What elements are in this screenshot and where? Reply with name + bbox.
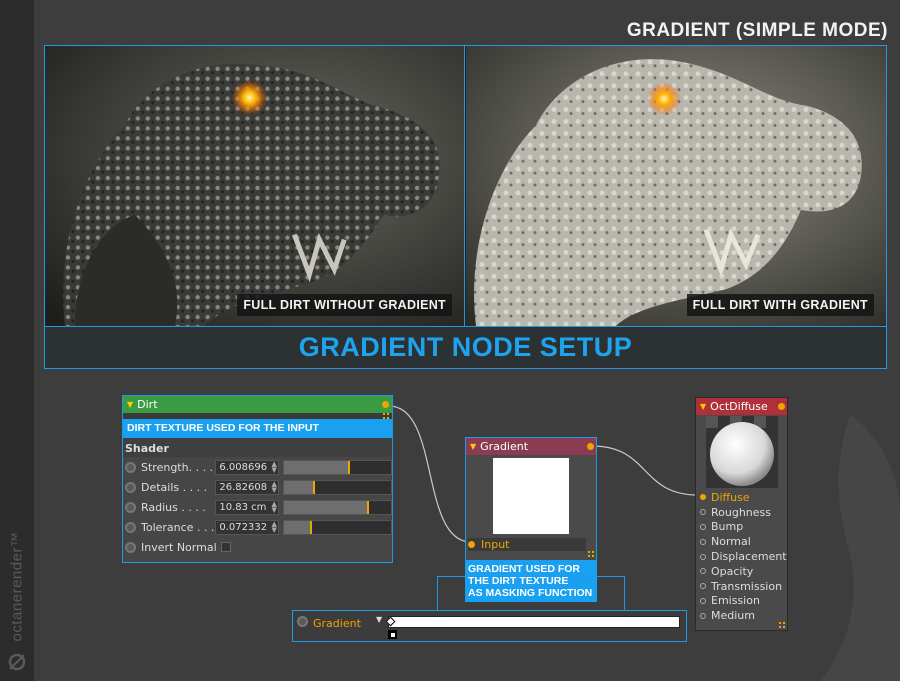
- resize-grip-icon[interactable]: [779, 622, 785, 628]
- callout-bracket: [437, 576, 625, 610]
- channel-normal[interactable]: Normal: [696, 534, 789, 549]
- caption-with-gradient: FULL DIRT WITH GRADIENT: [686, 294, 874, 316]
- channel-pin-icon[interactable]: [700, 568, 706, 575]
- dragon-render-light-image: [466, 46, 886, 326]
- channel-transmission[interactable]: Transmission: [696, 579, 789, 594]
- animate-radio-icon[interactable]: [125, 541, 136, 553]
- animate-radio-icon[interactable]: [125, 461, 136, 473]
- channel-pin-icon[interactable]: [700, 494, 706, 501]
- param-label: Tolerance . . .: [141, 520, 215, 534]
- param-tolerance[interactable]: Tolerance . . . 0.072332 ▲ ▼: [123, 517, 392, 537]
- gradient-input-label: Input: [481, 538, 510, 551]
- channel-bump[interactable]: Bump: [696, 520, 789, 535]
- channel-medium[interactable]: Medium: [696, 608, 789, 623]
- tolerance-value-field[interactable]: 0.072332 ▲ ▼: [215, 519, 279, 535]
- gradient-input-port[interactable]: [468, 541, 475, 548]
- caption-without-gradient: FULL DIRT WITHOUT GRADIENT: [237, 294, 452, 316]
- animate-radio-icon[interactable]: [125, 521, 136, 533]
- gradient-node-title: Gradient: [480, 440, 529, 453]
- param-details[interactable]: Details . . . . 26.82608 ▲ ▼: [123, 477, 392, 497]
- channel-pin-icon[interactable]: [700, 523, 706, 530]
- octdiffuse-node[interactable]: ▼ OctDiffuse Diffuse Roughness Bump Norm…: [695, 397, 788, 631]
- spin-arrows-icon[interactable]: ▲ ▼: [272, 521, 277, 534]
- octdiffuse-node-title: OctDiffuse: [710, 400, 768, 413]
- strength-slider[interactable]: [282, 459, 392, 475]
- dirt-node-title: Dirt: [137, 398, 158, 411]
- channel-pin-icon[interactable]: [700, 553, 706, 560]
- dirt-node-grip: [123, 413, 392, 419]
- animate-radio-icon[interactable]: [297, 616, 308, 627]
- channel-diffuse[interactable]: Diffuse: [696, 490, 789, 505]
- channel-emission[interactable]: Emission: [696, 594, 789, 609]
- gradient-input-pin[interactable]: Input: [468, 538, 586, 551]
- dirt-note: DIRT TEXTURE USED FOR THE INPUT: [123, 419, 392, 438]
- strength-value-field[interactable]: 6.008696 ▲ ▼: [215, 459, 279, 475]
- expand-arrow-icon[interactable]: ▼: [376, 615, 382, 624]
- gradient-node-header[interactable]: ▼ Gradient: [466, 438, 596, 455]
- gradient-preview: [493, 458, 569, 534]
- octdiffuse-node-header[interactable]: ▼ OctDiffuse: [696, 398, 787, 415]
- gradient-knot-black-icon[interactable]: [388, 630, 397, 639]
- details-value-field[interactable]: 26.82608 ▲ ▼: [215, 479, 279, 495]
- brand-text: octanerender™: [8, 531, 26, 641]
- channel-roughness[interactable]: Roughness: [696, 505, 789, 520]
- resize-grip-icon[interactable]: [383, 413, 389, 419]
- radius-slider[interactable]: [282, 499, 392, 515]
- gradient-attribute-panel: Gradient ▼: [292, 610, 687, 642]
- material-preview: [706, 416, 778, 488]
- channel-displacement[interactable]: Displacement: [696, 549, 789, 564]
- collapse-triangle-icon[interactable]: ▼: [700, 402, 706, 411]
- param-label: Radius . . . .: [141, 500, 206, 514]
- invert-normal-checkbox[interactable]: [220, 542, 231, 552]
- spin-arrows-icon[interactable]: ▲ ▼: [272, 481, 277, 494]
- channel-opacity[interactable]: Opacity: [696, 564, 789, 579]
- channel-pin-icon[interactable]: [700, 583, 706, 590]
- resize-grip-icon[interactable]: [588, 551, 594, 557]
- dirt-node-header[interactable]: ▼ Dirt: [123, 396, 392, 413]
- material-sphere-image: [706, 416, 778, 488]
- render-with-gradient: FULL DIRT WITH GRADIENT: [466, 46, 886, 326]
- spin-arrows-icon[interactable]: ▲ ▼: [272, 461, 277, 474]
- param-radius[interactable]: Radius . . . . 10.83 cm ▲ ▼: [123, 497, 392, 517]
- details-slider[interactable]: [282, 479, 392, 495]
- render-without-gradient: FULL DIRT WITHOUT GRADIENT: [45, 46, 465, 326]
- gradient-ramp[interactable]: [385, 616, 680, 628]
- channel-pin-icon[interactable]: [700, 597, 706, 604]
- setup-banner: GRADIENT NODE SETUP: [44, 327, 887, 369]
- dragon-render-dark-image: [45, 46, 464, 326]
- render-comparison: FULL DIRT WITHOUT GRADIENT FULL DIRT WIT: [44, 45, 887, 327]
- dirt-node[interactable]: ▼ Dirt DIRT TEXTURE USED FOR THE INPUT S…: [122, 395, 393, 563]
- shader-section-label: Shader: [123, 438, 392, 457]
- sidebar: octanerender™: [0, 0, 34, 681]
- tolerance-slider[interactable]: [282, 519, 392, 535]
- octane-logo-icon: [8, 653, 26, 671]
- channel-pin-icon[interactable]: [700, 538, 706, 545]
- animate-radio-icon[interactable]: [125, 481, 136, 493]
- radius-value-field[interactable]: 10.83 cm ▲ ▼: [215, 499, 279, 515]
- param-invert-normal[interactable]: Invert Normal: [123, 537, 392, 557]
- param-label: Details . . . .: [141, 480, 208, 494]
- collapse-triangle-icon[interactable]: ▼: [470, 442, 476, 451]
- octdiffuse-channel-list: Diffuse Roughness Bump Normal Displaceme…: [696, 490, 789, 623]
- collapse-triangle-icon[interactable]: ▼: [127, 400, 133, 409]
- animate-radio-icon[interactable]: [125, 501, 136, 513]
- channel-pin-icon[interactable]: [700, 509, 706, 516]
- param-label: Strength. . . .: [141, 460, 214, 474]
- channel-pin-icon[interactable]: [700, 612, 706, 619]
- param-label: Invert Normal: [141, 540, 217, 554]
- gradient-attribute-label: Gradient: [313, 617, 361, 630]
- gradient-output-port[interactable]: [587, 443, 594, 450]
- octdiffuse-output-port[interactable]: [778, 403, 785, 410]
- background-decoration: [820, 415, 900, 681]
- gradient-knot-white-icon[interactable]: [385, 616, 396, 627]
- page-title: GRADIENT (SIMPLE MODE): [626, 20, 888, 41]
- spin-arrows-icon[interactable]: ▲ ▼: [272, 501, 277, 514]
- setup-title: GRADIENT NODE SETUP: [298, 332, 633, 362]
- param-strength[interactable]: Strength. . . . 6.008696 ▲ ▼: [123, 457, 392, 477]
- dirt-output-port[interactable]: [382, 401, 389, 408]
- brand-wordmark: octanerender™: [4, 511, 30, 661]
